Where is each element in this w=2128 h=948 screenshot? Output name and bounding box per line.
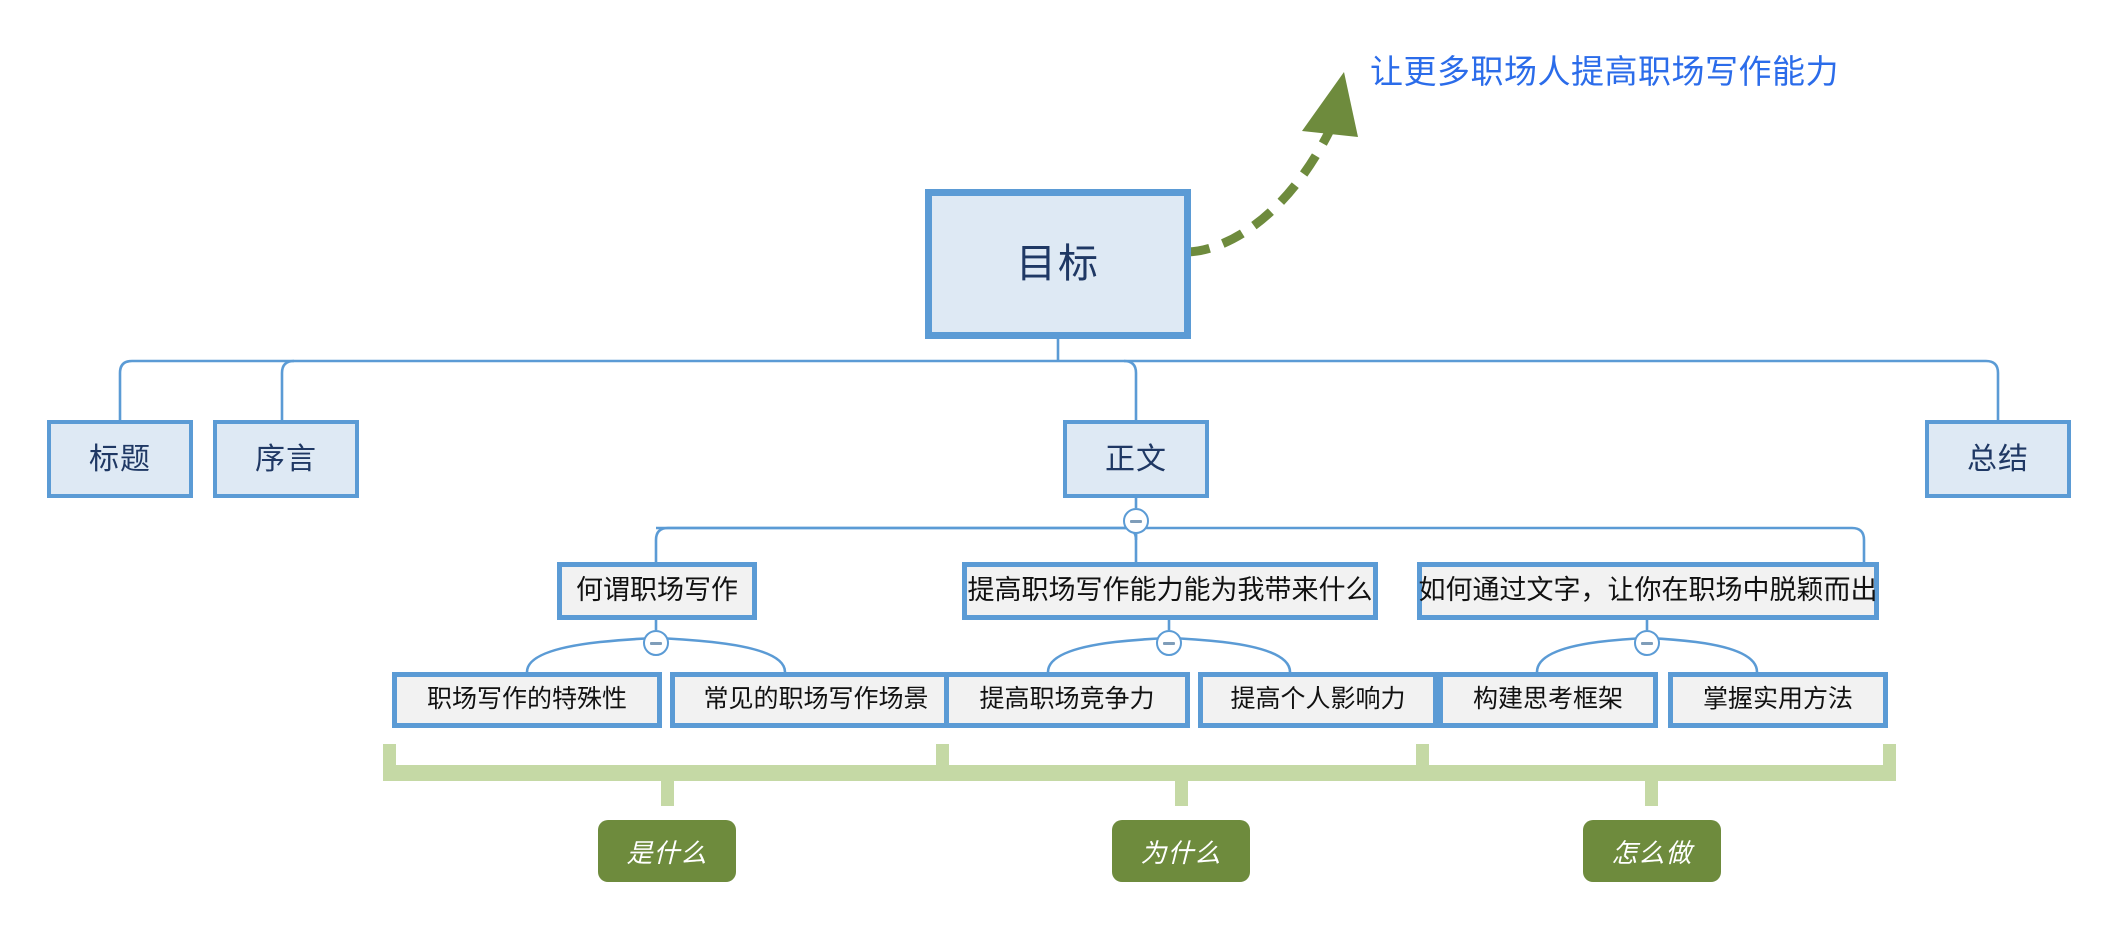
node-changjian-changjing-label: 常见的职场写作场景 bbox=[703, 685, 929, 714]
bracket-tick-mid-2 bbox=[1416, 744, 1429, 768]
node-root[interactable]: 目标 bbox=[925, 189, 1191, 339]
node-tigao-jingzhengli[interactable]: 提高职场竞争力 bbox=[944, 672, 1190, 728]
bracket-stem-zenmezuo bbox=[1645, 781, 1658, 806]
node-hewei-zhichang-xiezuo-label: 何谓职场写作 bbox=[576, 575, 738, 606]
callout-annotation-label: 让更多职场人提高职场写作能力 bbox=[1370, 53, 1839, 90]
collapse-toggle-tigao[interactable] bbox=[1156, 630, 1182, 656]
minus-icon bbox=[1163, 641, 1175, 645]
node-xuyan[interactable]: 序言 bbox=[213, 420, 359, 498]
bracket-stem-shishenme bbox=[661, 781, 674, 806]
collapse-toggle-ruhe[interactable] bbox=[1634, 630, 1660, 656]
node-goujian-sikao-kuangjia-label: 构建思考框架 bbox=[1472, 685, 1623, 714]
node-biaoti[interactable]: 标题 bbox=[47, 420, 193, 498]
minus-icon bbox=[1130, 519, 1142, 523]
pill-zenmezuo[interactable]: 怎么做 bbox=[1583, 820, 1721, 882]
pill-weishenme[interactable]: 为什么 bbox=[1112, 820, 1250, 882]
pill-zenmezuo-label: 怎么做 bbox=[1611, 837, 1693, 868]
pill-shishenme-label: 是什么 bbox=[626, 837, 708, 868]
node-zongjie[interactable]: 总结 bbox=[1925, 420, 2071, 498]
node-root-label: 目标 bbox=[1016, 242, 1100, 286]
node-tigao-nengli-daílai-label: 提高职场写作能力能为我带来什么 bbox=[967, 575, 1373, 606]
bracket-tick-left bbox=[383, 744, 396, 768]
callout-arrow bbox=[1187, 72, 1358, 257]
node-biaoti-label: 标题 bbox=[89, 442, 151, 476]
node-tigao-yingxiangli-label: 提高个人影响力 bbox=[1230, 685, 1406, 714]
mindmap-canvas: 目标 标题 序言 正文 总结 何谓职场写作 提高职场写作能力能为我带来什么 如何… bbox=[0, 0, 2128, 948]
node-ruhe-tuoyinger-chu[interactable]: 如何通过文字，让你在职场中脱颖而出 bbox=[1417, 562, 1879, 620]
node-tigao-nengli-daílai[interactable]: 提高职场写作能力能为我带来什么 bbox=[962, 562, 1378, 620]
node-zhengwen-label: 正文 bbox=[1105, 442, 1167, 476]
minus-icon bbox=[650, 641, 662, 645]
node-tigao-yingxiangli[interactable]: 提高个人影响力 bbox=[1198, 672, 1438, 728]
node-goujian-sikao-kuangjia[interactable]: 构建思考框架 bbox=[1438, 672, 1658, 728]
bracket-tick-right bbox=[1883, 744, 1896, 768]
pill-shishenme[interactable]: 是什么 bbox=[598, 820, 736, 882]
callout-annotation-text: 让更多职场人提高职场写作能力 bbox=[1370, 45, 1839, 93]
node-zhangwo-shiyong-fangfa[interactable]: 掌握实用方法 bbox=[1668, 672, 1888, 728]
node-ruhe-tuoyinger-chu-label: 如何通过文字，让你在职场中脱颖而出 bbox=[1418, 575, 1878, 606]
minus-icon bbox=[1641, 641, 1653, 645]
pill-weishenme-label: 为什么 bbox=[1140, 837, 1222, 868]
bracket-stem-weishenme bbox=[1175, 781, 1188, 806]
bracket-horizontal-rail bbox=[383, 765, 1896, 781]
node-xiezuo-teshuxing-label: 职场写作的特殊性 bbox=[426, 685, 627, 714]
node-hewei-zhichang-xiezuo[interactable]: 何谓职场写作 bbox=[557, 562, 757, 620]
node-zhengwen[interactable]: 正文 bbox=[1063, 420, 1209, 498]
node-zongjie-label: 总结 bbox=[1967, 442, 2029, 476]
node-xiezuo-teshuxing[interactable]: 职场写作的特殊性 bbox=[392, 672, 662, 728]
node-tigao-jingzhengli-label: 提高职场竞争力 bbox=[979, 685, 1155, 714]
node-xuyan-label: 序言 bbox=[255, 442, 317, 476]
bracket-tick-mid-1 bbox=[936, 744, 949, 768]
collapse-toggle-zhengwen[interactable] bbox=[1123, 508, 1149, 534]
node-changjian-changjing[interactable]: 常见的职场写作场景 bbox=[670, 672, 962, 728]
node-zhangwo-shiyong-fangfa-label: 掌握实用方法 bbox=[1702, 685, 1853, 714]
collapse-toggle-hewei[interactable] bbox=[643, 630, 669, 656]
